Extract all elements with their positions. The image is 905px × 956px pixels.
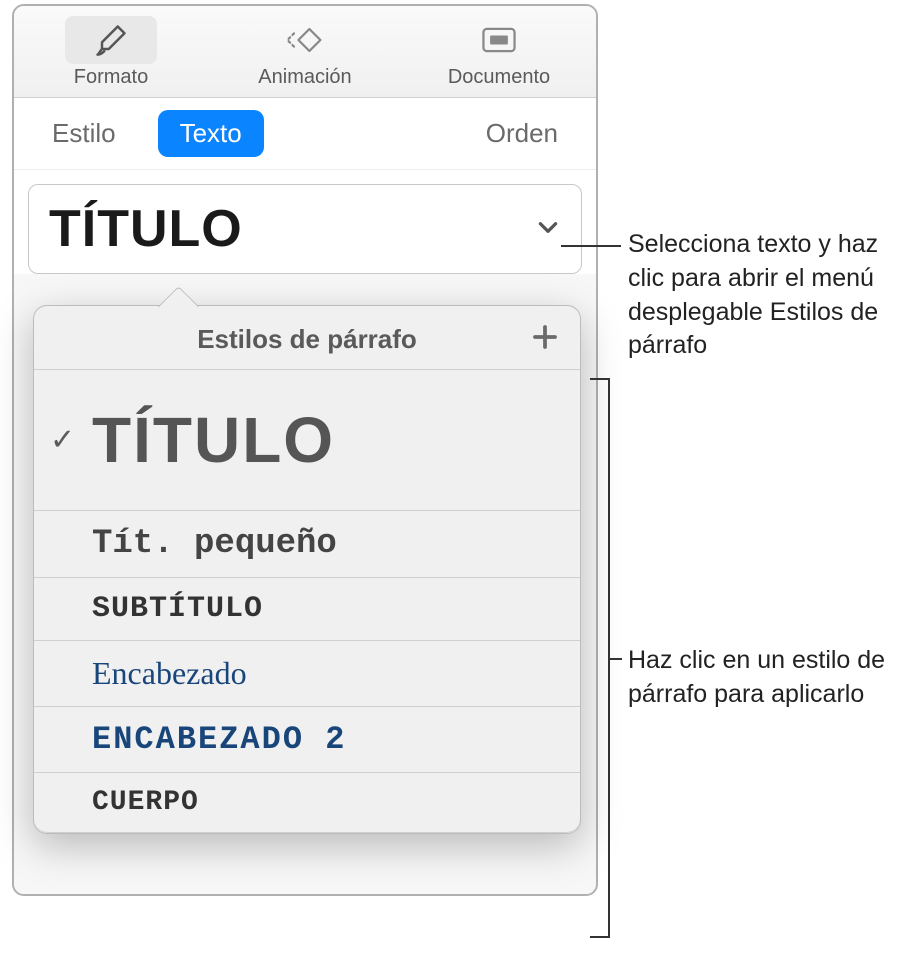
style-item-titulo[interactable]: ✓ Título — [34, 369, 580, 510]
style-label: Encabezado 2 — [92, 721, 346, 758]
style-list: ✓ Título Tít. pequeño Subtítulo Encabeza… — [34, 369, 580, 833]
style-label: Encabezado — [92, 655, 247, 692]
paragraph-styles-popover: Estilos de párrafo ✓ Título Tít. pequeño… — [33, 305, 581, 834]
style-item-cuerpo[interactable]: Cuerpo — [34, 772, 580, 833]
callout-text-2: Haz clic en un estilo de párrafo para ap… — [628, 644, 905, 712]
popover-header: Estilos de párrafo — [34, 306, 580, 369]
callout-bracket — [590, 378, 610, 938]
callout-leader — [610, 658, 622, 660]
style-label: Cuerpo — [92, 787, 199, 818]
callout-leader — [561, 245, 621, 247]
inspector-toolbar: Formato Animación Documento — [14, 6, 596, 98]
style-label: Título — [92, 384, 335, 496]
tab-order[interactable]: Orden — [464, 110, 580, 157]
callout-text-1: Selecciona texto y haz clic para abrir e… — [628, 228, 905, 363]
current-style-name: Título — [49, 199, 243, 259]
style-item-tit-pequeno[interactable]: Tít. pequeño — [34, 510, 580, 577]
toolbar-document-label: Documento — [448, 66, 550, 89]
style-item-subtitulo[interactable]: Subtítulo — [34, 577, 580, 640]
toolbar-document[interactable]: Documento — [402, 6, 596, 97]
style-label: Tít. pequeño — [92, 525, 337, 563]
popover-title: Estilos de párrafo — [197, 324, 417, 355]
style-item-encabezado[interactable]: Encabezado — [34, 640, 580, 706]
tab-text[interactable]: Texto — [158, 110, 264, 157]
paragraph-style-selector[interactable]: Título — [28, 184, 582, 274]
diamond-icon — [255, 16, 355, 64]
style-label: Subtítulo — [92, 592, 263, 626]
toolbar-animation-label: Animación — [258, 66, 351, 89]
sub-tabbar: Estilo Texto Orden — [14, 98, 596, 170]
toolbar-animation[interactable]: Animación — [208, 6, 402, 97]
add-style-button[interactable] — [528, 320, 562, 354]
style-item-encabezado-2[interactable]: Encabezado 2 — [34, 706, 580, 772]
checkmark-icon: ✓ — [50, 423, 75, 458]
brush-icon — [65, 16, 157, 64]
slide-icon — [451, 16, 547, 64]
chevron-down-icon — [535, 214, 561, 245]
toolbar-format-label: Formato — [74, 66, 148, 89]
tab-style[interactable]: Estilo — [30, 110, 138, 157]
toolbar-format[interactable]: Formato — [14, 6, 208, 97]
